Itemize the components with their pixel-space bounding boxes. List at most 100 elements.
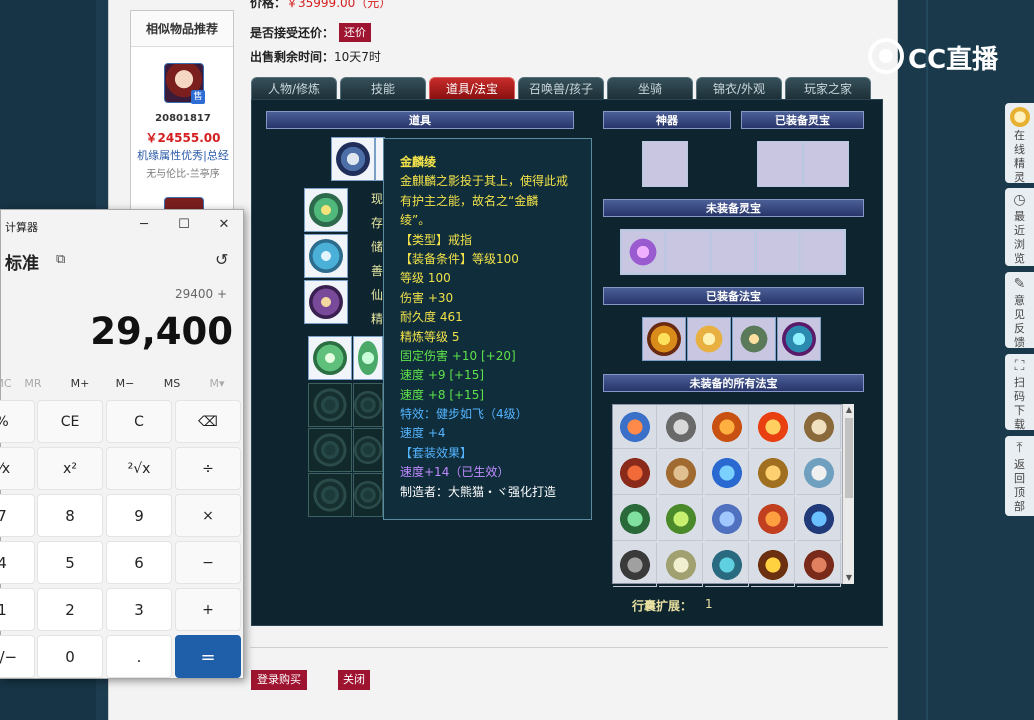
spirit-empty-slot[interactable] [756,230,800,274]
tab-outfits[interactable]: 锦衣/外观 [696,77,782,99]
spirit-item-1[interactable] [621,230,665,274]
magic-item-cell[interactable] [613,451,657,495]
magic-item-cell[interactable] [751,497,795,541]
calc-key[interactable]: 8 [37,494,103,537]
inventory-empty-slot[interactable] [353,383,383,427]
memory-button[interactable]: M− [105,377,145,390]
calc-key[interactable]: 1 [0,588,35,631]
login-buy-button[interactable]: 登录购买 [251,670,307,690]
magic-item-cell[interactable] [705,405,749,449]
item-slot-2[interactable] [304,234,348,278]
calc-key[interactable]: ⅟x [0,447,35,490]
calc-key[interactable]: 9 [106,494,172,537]
spirit-empty-slot[interactable] [801,230,845,274]
equipped-spirit-slot-2[interactable] [803,141,849,187]
magic-item-cell[interactable] [797,451,841,495]
calc-key[interactable]: C [106,400,172,443]
memory-button[interactable]: M+ [60,377,100,390]
calc-key[interactable]: ⌫ [175,400,241,443]
artifact-slot[interactable] [642,141,688,187]
magic-item-cell[interactable] [751,543,795,587]
magic-item-2[interactable] [687,317,731,361]
calc-key[interactable]: +/− [0,635,35,678]
calc-key[interactable]: x² [37,447,103,490]
sidebar-online-assistant[interactable]: 在线精灵 [1005,103,1034,184]
magic-item-cell[interactable] [659,405,703,449]
equip-slot-ring[interactable] [331,137,375,181]
magic-item-cell[interactable] [751,405,795,449]
memory-button[interactable]: MR [13,377,53,390]
magic-item-cell[interactable] [613,405,657,449]
calc-key[interactable]: ÷ [175,447,241,490]
calc-key[interactable]: + [175,588,241,631]
similar-item-description[interactable]: 机缘属性优秀|总经 [131,147,235,163]
calc-key[interactable]: . [106,635,172,678]
sidebar-download[interactable]: ⛶ 扫码下载 [1005,354,1034,431]
memory-button[interactable]: M▾ [197,377,237,390]
magic-item-cell[interactable] [613,543,657,587]
magic-item-4[interactable] [777,317,821,361]
tab-mounts[interactable]: 坐骑 [607,77,693,99]
minimize-icon[interactable]: ─ [133,214,155,236]
magic-item-cell[interactable] [797,405,841,449]
tab-character[interactable]: 人物/修炼 [251,77,337,99]
calc-key[interactable]: = [175,635,241,678]
magic-grid-scrollbar[interactable]: ▲ ▼ [842,404,854,584]
magic-item-cell[interactable] [751,451,795,495]
scroll-thumb[interactable] [845,418,853,498]
calc-key[interactable]: 4 [0,541,35,584]
magic-item-cell[interactable] [797,497,841,541]
sidebar-recent[interactable]: ◷ 最近浏览 [1005,188,1034,266]
calc-key[interactable]: CE [37,400,103,443]
sidebar-back-to-top[interactable]: ⤒ 返回顶部 [1005,436,1034,516]
item-slot-3[interactable] [304,280,348,324]
close-button[interactable]: 关闭 [338,670,370,690]
inventory-empty-slot[interactable] [308,473,352,517]
magic-item-cell[interactable] [659,497,703,541]
calc-key[interactable]: − [175,541,241,584]
calc-key[interactable]: 3 [106,588,172,631]
spirit-empty-slot[interactable] [711,230,755,274]
item-slot-1[interactable] [304,188,348,232]
similar-item-avatar[interactable]: 售 [164,63,205,104]
bargain-button[interactable]: 还价 [339,23,371,42]
calc-key[interactable]: 6 [106,541,172,584]
spirit-empty-slot[interactable] [666,230,710,274]
inventory-empty-slot[interactable] [353,428,383,472]
calc-key[interactable]: 7 [0,494,35,537]
magic-item-3[interactable] [732,317,776,361]
inventory-slot-1[interactable] [308,336,352,380]
calculator-mode[interactable]: 标准 [5,249,39,274]
close-icon[interactable]: ✕ [213,214,235,236]
tab-home[interactable]: 玩家之家 [785,77,871,99]
sidebar-feedback[interactable]: ✎ 意见反馈 [1005,272,1034,349]
calc-key[interactable]: 5 [37,541,103,584]
magic-item-cell[interactable] [797,543,841,587]
calc-key[interactable]: 0 [37,635,103,678]
scroll-up-icon[interactable]: ▲ [843,404,855,416]
calc-key[interactable]: 2 [37,588,103,631]
magic-item-cell[interactable] [705,543,749,587]
tab-skills[interactable]: 技能 [340,77,426,99]
tab-items[interactable]: 道具/法宝 [429,77,515,99]
magic-item-cell[interactable] [613,497,657,541]
inventory-empty-slot[interactable] [353,473,383,517]
maximize-icon[interactable]: ☐ [173,214,195,236]
inventory-slot-2[interactable] [353,336,383,380]
equipped-spirit-slot-1[interactable] [757,141,803,187]
memory-button[interactable]: MS [152,377,192,390]
keep-on-top-icon[interactable]: ⧉ [56,252,65,267]
magic-item-cell[interactable] [705,497,749,541]
magic-item-cell[interactable] [659,451,703,495]
scroll-down-icon[interactable]: ▼ [843,572,855,584]
calc-key[interactable]: × [175,494,241,537]
inventory-empty-slot[interactable] [308,383,352,427]
tab-summons[interactable]: 召唤兽/孩子 [518,77,604,99]
inventory-empty-slot[interactable] [308,428,352,472]
magic-item-cell[interactable] [659,543,703,587]
magic-item-1[interactable] [642,317,686,361]
calc-key[interactable]: % [0,400,35,443]
magic-item-cell[interactable] [705,451,749,495]
calc-key[interactable]: ²√x [106,447,172,490]
history-icon[interactable]: ↺ [215,250,228,269]
